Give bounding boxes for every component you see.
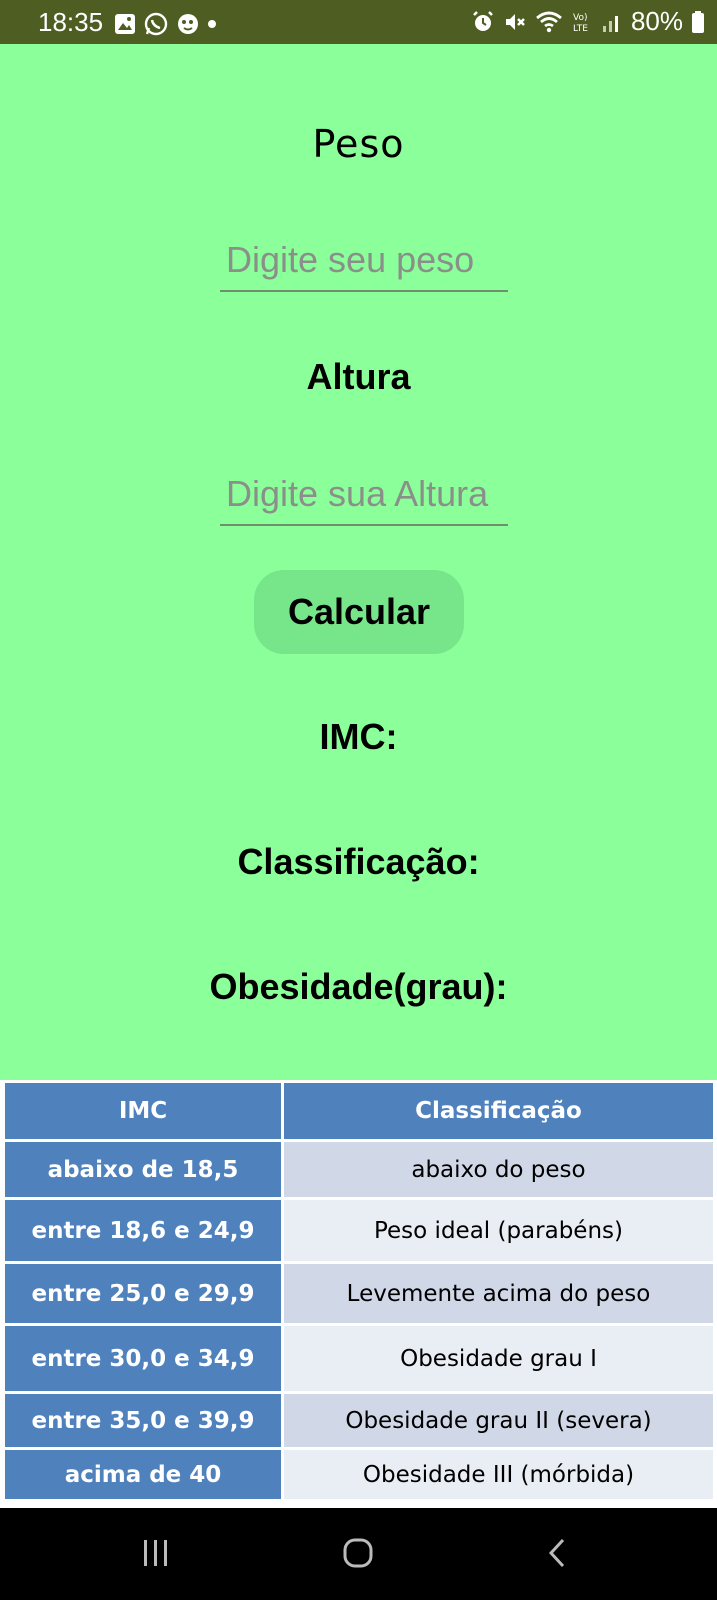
- peso-field-wrapper: [220, 230, 508, 292]
- svg-text:LTE: LTE: [573, 24, 588, 34]
- imc-range-cell: abaixo de 18,5: [2, 1139, 284, 1200]
- notification-icons: [114, 12, 216, 36]
- battery-percent: 80%: [630, 6, 683, 36]
- whatsapp-icon: [144, 12, 168, 36]
- navigation-bar: [0, 1508, 717, 1600]
- volte-icon: Vo)LTE: [573, 13, 588, 34]
- app-notification-icon: [178, 14, 198, 34]
- recent-apps-icon: [144, 1540, 167, 1566]
- classification-cell: Obesidade III (mórbida): [281, 1447, 716, 1502]
- mute-icon: [505, 13, 525, 30]
- table-row: acima de 40 Obesidade III (mórbida): [2, 1447, 716, 1502]
- recent-apps-button[interactable]: [140, 1538, 172, 1573]
- back-icon: [548, 1538, 565, 1568]
- home-icon: [343, 1538, 373, 1568]
- gallery-icon: [115, 14, 135, 34]
- more-notifications-dot: [208, 20, 216, 28]
- altura-label: Altura: [306, 356, 411, 397]
- classificacao-result-label: Classificação:: [237, 841, 480, 882]
- imc-range-cell: acima de 40: [2, 1447, 284, 1502]
- wifi-icon: [536, 11, 562, 32]
- bmi-form: Peso Altura Calcular IMC: Classificação:…: [0, 44, 717, 1080]
- status-bar: 18:35 Vo) LTE 80%: [0, 0, 717, 44]
- home-button[interactable]: [342, 1538, 374, 1573]
- system-icons: Vo) LTE 80%: [471, 6, 705, 37]
- status-time: 18:35: [38, 7, 104, 37]
- peso-input[interactable]: [220, 230, 508, 290]
- header-classificacao: Classificação: [281, 1080, 716, 1142]
- classification-cell: Obesidade grau II (severa): [281, 1391, 716, 1450]
- alarm-icon: [473, 10, 493, 31]
- bmi-reference-table-image: IMC Classificação abaixo de 18,5 abaixo …: [0, 1080, 717, 1508]
- obesidade-result-label: Obesidade(grau):: [209, 966, 508, 1007]
- classification-cell: Levemente acima do peso: [281, 1261, 716, 1326]
- altura-input[interactable]: [220, 464, 508, 524]
- table-row: entre 18,6 e 24,9 Peso ideal (parabéns): [2, 1197, 716, 1264]
- header-imc: IMC: [2, 1080, 284, 1142]
- table-row: abaixo de 18,5 abaixo do peso: [2, 1139, 716, 1200]
- table-row: entre 30,0 e 34,9 Obesidade grau I: [2, 1323, 716, 1394]
- battery-icon: [692, 10, 704, 33]
- svg-text:Vo): Vo): [573, 13, 587, 23]
- imc-result-label: IMC:: [319, 716, 398, 757]
- imc-range-cell: entre 25,0 e 29,9: [2, 1261, 284, 1326]
- signal-icon: [602, 15, 618, 32]
- classification-cell: abaixo do peso: [281, 1139, 716, 1200]
- calcular-button[interactable]: Calcular: [254, 570, 464, 654]
- peso-label: Peso: [312, 122, 405, 166]
- table-row: entre 25,0 e 29,9 Levemente acima do pes…: [2, 1261, 716, 1326]
- classification-cell: Peso ideal (parabéns): [281, 1197, 716, 1264]
- bmi-reference-table: IMC Classificação abaixo de 18,5 abaixo …: [2, 1080, 716, 1502]
- imc-range-cell: entre 35,0 e 39,9: [2, 1391, 284, 1450]
- altura-field-wrapper: [220, 464, 508, 526]
- table-header-row: IMC Classificação: [2, 1080, 716, 1142]
- back-button[interactable]: [545, 1538, 569, 1573]
- imc-range-cell: entre 18,6 e 24,9: [2, 1197, 284, 1264]
- classification-cell: Obesidade grau I: [281, 1323, 716, 1394]
- imc-range-cell: entre 30,0 e 34,9: [2, 1323, 284, 1394]
- table-row: entre 35,0 e 39,9 Obesidade grau II (sev…: [2, 1391, 716, 1450]
